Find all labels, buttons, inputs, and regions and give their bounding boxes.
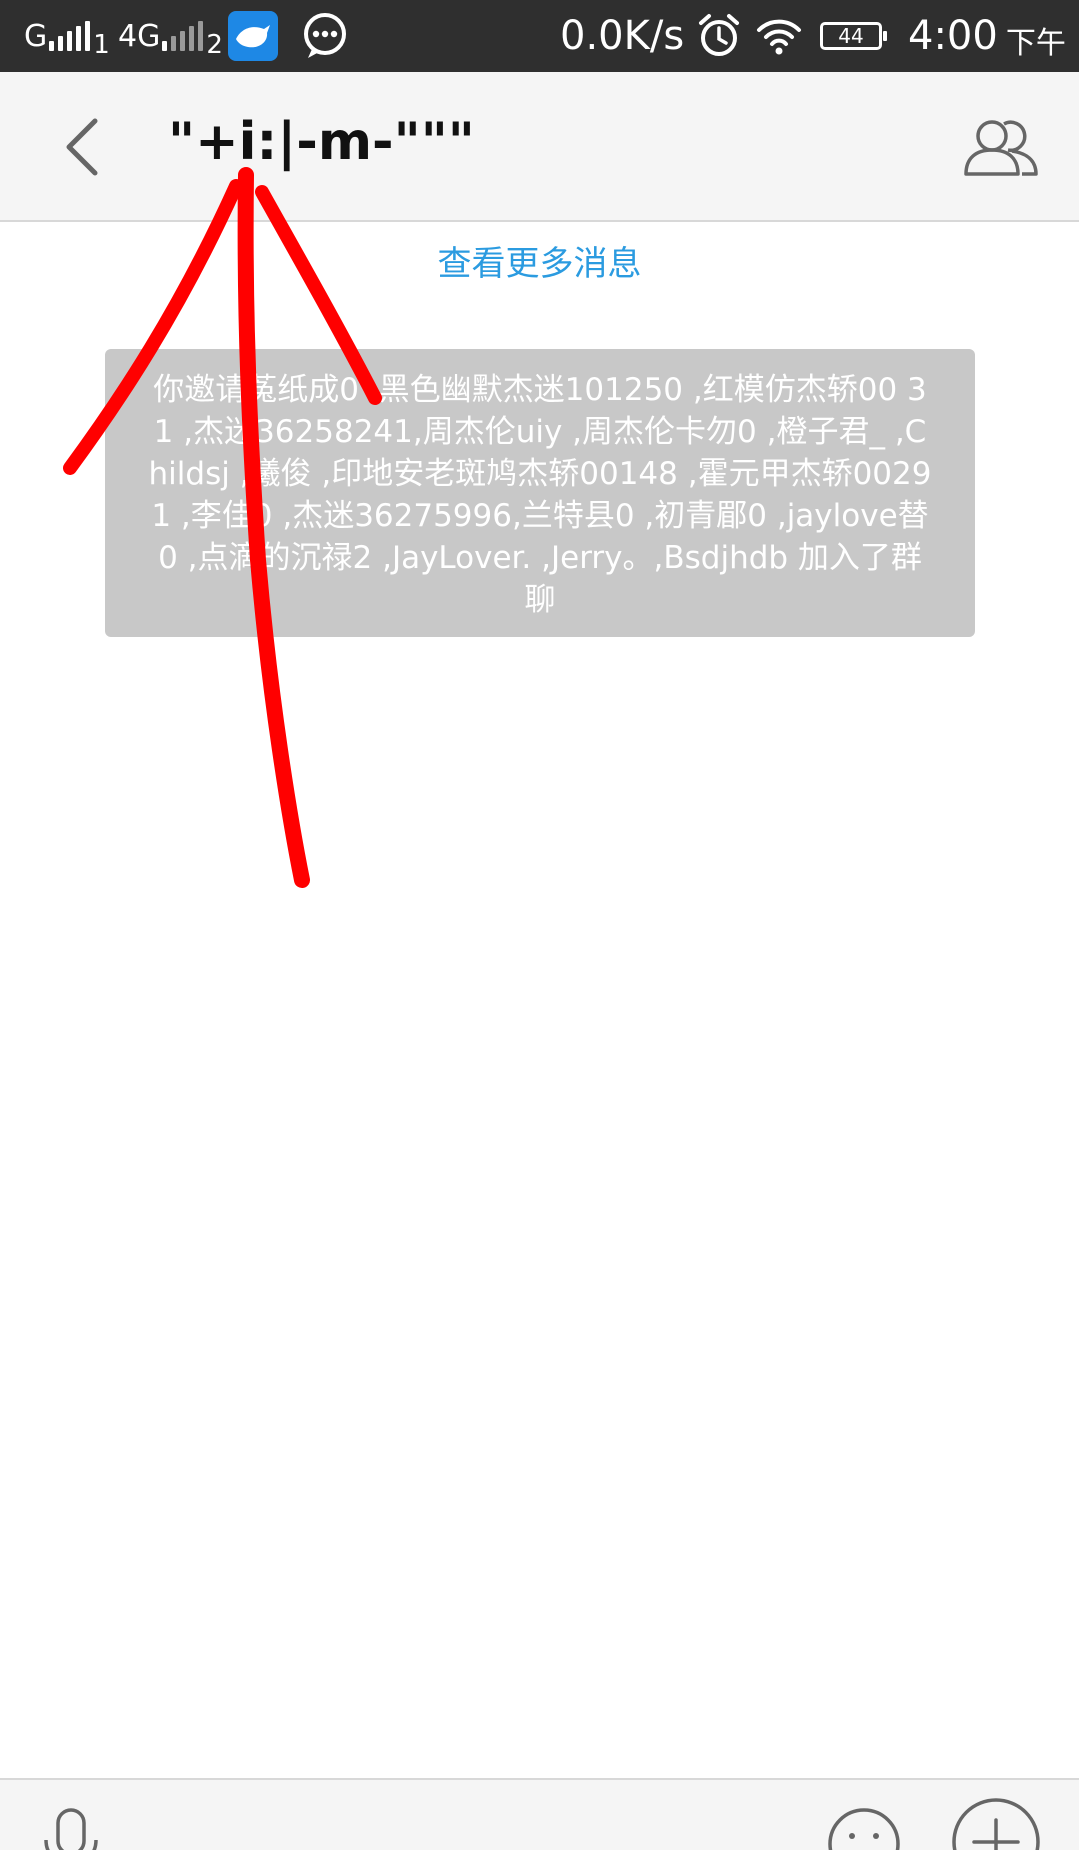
chat-bubble-icon xyxy=(300,0,350,72)
back-arrow-icon xyxy=(66,118,98,176)
battery-level: 44 xyxy=(838,24,864,48)
network-speed: 0.0K/s xyxy=(560,13,685,59)
sim1-label: G xyxy=(24,18,48,54)
bird-app-icon xyxy=(228,0,278,72)
back-button[interactable] xyxy=(48,107,118,187)
input-bar xyxy=(0,1778,1079,1850)
sim2-signal: 4G 2 xyxy=(118,0,223,72)
system-notice-text: 你邀请菟纸成0 ,黑色幽默杰迷101250 ,红模仿杰轿00 31 ,杰迷362… xyxy=(148,372,932,618)
group-members-icon xyxy=(964,120,1038,176)
battery-icon: 44 xyxy=(820,0,887,72)
sim2-label: 4G xyxy=(118,18,161,54)
signal-icon xyxy=(49,21,91,51)
alarm-icon xyxy=(697,0,741,72)
status-bar: G 1 4G 2 0.0K/s 44 4:00 下午 xyxy=(0,0,1079,72)
emoji-icon xyxy=(828,1808,900,1850)
sim1-signal: G 1 xyxy=(24,0,110,72)
emoji-button[interactable] xyxy=(826,1806,902,1850)
system-notice: 你邀请菟纸成0 ,黑色幽默杰迷101250 ,红模仿杰轿00 31 ,杰迷362… xyxy=(105,349,975,637)
wifi-icon xyxy=(756,0,802,72)
voice-icon xyxy=(44,1808,98,1850)
clock-time: 4:00 xyxy=(908,13,998,59)
plus-icon xyxy=(952,1798,1040,1850)
clock: 4:00 下午 xyxy=(908,0,1066,72)
sim1-index: 1 xyxy=(93,30,110,60)
more-options-button[interactable] xyxy=(950,1796,1042,1850)
group-members-button[interactable] xyxy=(959,107,1043,187)
load-more-messages-link[interactable]: 查看更多消息 xyxy=(0,236,1079,285)
page-title: "+i:|-m-""" xyxy=(168,112,475,172)
sim2-index: 2 xyxy=(206,30,223,60)
chat-screen: G 1 4G 2 0.0K/s 44 4:00 下午 "+i:|-m-""" 查… xyxy=(0,0,1079,1850)
voice-button[interactable] xyxy=(36,1806,106,1850)
signal-icon xyxy=(162,21,204,51)
clock-am-pm: 下午 xyxy=(1005,26,1066,61)
chat-header: "+i:|-m-""" xyxy=(0,72,1079,222)
